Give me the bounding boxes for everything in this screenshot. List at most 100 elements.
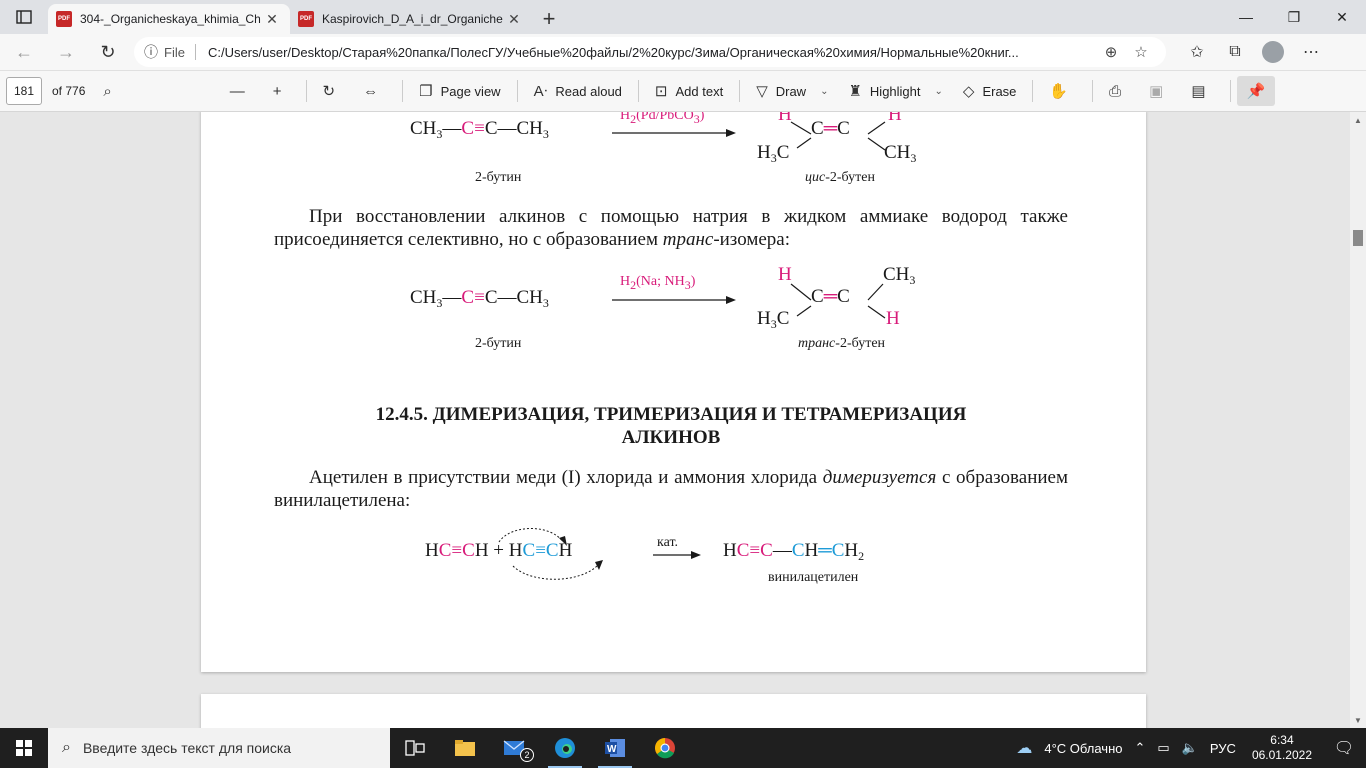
rotate-icon: ↻ bbox=[322, 83, 336, 100]
equation-1-reactant: CH3—C≡C—CH3 bbox=[410, 118, 549, 141]
close-window-button[interactable]: ✕ bbox=[1318, 0, 1366, 34]
url-separator bbox=[194, 44, 196, 60]
close-tab-icon[interactable]: ✕ bbox=[262, 11, 282, 28]
plus-icon: + bbox=[272, 82, 282, 100]
section-heading-line-1: 12.4.5. ДИМЕРИЗАЦИЯ, ТРИМЕРИЗАЦИЯ И ТЕТР… bbox=[375, 404, 967, 425]
equation-2-arrow bbox=[612, 296, 736, 304]
weather-text[interactable]: 4°C Облачно bbox=[1038, 741, 1128, 756]
windows-logo-icon bbox=[16, 740, 32, 756]
page-number-input[interactable]: 181 bbox=[6, 77, 42, 105]
start-button[interactable] bbox=[0, 728, 48, 768]
edge-browser-button[interactable] bbox=[540, 728, 590, 768]
battery-icon[interactable]: ▭ bbox=[1151, 740, 1175, 756]
minimize-button[interactable]: — bbox=[1222, 0, 1270, 34]
url-text[interactable]: C:/Users/user/Desktop/Старая%20папка/Пол… bbox=[208, 45, 1096, 60]
close-tab-icon[interactable]: ✕ bbox=[504, 11, 524, 28]
system-tray: ☁ 4°C Облачно ⌃ ▭ 🔈 РУС 6:34 06.01.2022 … bbox=[1010, 728, 1366, 768]
restore-button[interactable]: ❐ bbox=[1270, 0, 1318, 34]
chrome-button[interactable] bbox=[640, 728, 690, 768]
highlighter-icon: ♜ bbox=[848, 83, 862, 100]
favorites-icon[interactable]: ✩ bbox=[1178, 37, 1216, 67]
read-aloud-button[interactable]: A͏ᐧ Read aloud bbox=[524, 76, 632, 106]
zoom-icon[interactable]: ⊕ bbox=[1096, 43, 1126, 61]
more-menu-icon[interactable]: ⋯ bbox=[1292, 37, 1330, 67]
add-text-button[interactable]: ⊡ Add text bbox=[645, 76, 733, 106]
refresh-button[interactable]: ↻ bbox=[90, 37, 126, 67]
back-button[interactable]: ← bbox=[6, 37, 42, 67]
weather-icon[interactable]: ☁ bbox=[1010, 738, 1038, 758]
erase-button[interactable]: ◇ Erase bbox=[953, 76, 1027, 106]
equation-1-product: H H C═C H3C CH3 bbox=[757, 112, 917, 165]
profile-avatar[interactable] bbox=[1262, 41, 1284, 63]
equation-2-product-name: транс-2-бутен bbox=[798, 336, 886, 351]
forward-button[interactable]: → bbox=[48, 37, 84, 67]
zoom-in-button[interactable]: + bbox=[263, 76, 300, 106]
chevron-down-icon[interactable]: ⌄ bbox=[935, 86, 943, 97]
page-view-button[interactable]: ❐ Page view bbox=[409, 76, 510, 106]
add-text-label: Add text bbox=[675, 83, 724, 99]
show-hidden-icons-icon[interactable]: ⌃ bbox=[1129, 740, 1152, 756]
text-box-icon: ⊡ bbox=[654, 83, 668, 100]
equation-3-catalyst: кат. bbox=[657, 535, 679, 550]
vertical-scrollbar[interactable]: ▲ ▼ bbox=[1350, 112, 1366, 728]
equation-1-reagent: H2(Pd/PbCO3) bbox=[620, 112, 705, 126]
scroll-up-arrow-icon[interactable]: ▲ bbox=[1350, 112, 1366, 128]
highlight-button[interactable]: ♜ Highlight ⌄ bbox=[838, 76, 952, 106]
task-view-button[interactable] bbox=[390, 728, 440, 768]
tab-actions-icon bbox=[16, 10, 32, 24]
equation-1-product-name: цис-2-бутен bbox=[805, 170, 875, 185]
paragraph-2: Ацетилен в присутствии меди (I) хлорида … bbox=[274, 467, 1068, 511]
save-as-button[interactable]: ▤ bbox=[1181, 76, 1223, 106]
find-button[interactable]: ⌕ bbox=[93, 76, 129, 106]
section-heading: 12.4.5. ДИМЕРИЗАЦИЯ, ТРИМЕРИЗАЦИЯ И ТЕТР… bbox=[274, 403, 1068, 449]
collections-icon[interactable]: ⧉ bbox=[1216, 37, 1254, 67]
add-favorite-icon[interactable]: ☆ bbox=[1126, 43, 1156, 61]
new-tab-button[interactable]: + bbox=[532, 4, 566, 34]
equation-2-reagent: H2(Na; NH3) bbox=[620, 274, 696, 292]
divider bbox=[402, 80, 404, 102]
equation-3-electron-arrows bbox=[498, 528, 603, 580]
divider bbox=[305, 80, 307, 102]
save-as-icon: ▤ bbox=[1191, 83, 1206, 100]
zoom-out-button[interactable]: — bbox=[220, 76, 263, 106]
save-icon: ▣ bbox=[1149, 83, 1164, 100]
word-button[interactable]: W bbox=[590, 728, 640, 768]
taskbar-search-input[interactable]: ⌕ Введите здесь текст для поиска bbox=[48, 728, 390, 768]
scroll-down-arrow-icon[interactable]: ▼ bbox=[1350, 712, 1366, 728]
fit-width-icon: ⇔ bbox=[363, 82, 379, 100]
tab-pdf-1[interactable]: PDF 304-_Organicheskaya_khimia_Ch ✕ bbox=[48, 4, 290, 34]
print-button[interactable]: ⎙ bbox=[1099, 76, 1139, 106]
touch-select-button[interactable]: ✋ bbox=[1039, 76, 1086, 106]
minus-icon: — bbox=[229, 82, 245, 100]
scroll-thumb[interactable] bbox=[1353, 230, 1363, 246]
chrome-icon bbox=[655, 738, 675, 759]
language-indicator[interactable]: РУС bbox=[1204, 741, 1242, 756]
draw-button[interactable]: ▽ Draw ⌄ bbox=[746, 76, 838, 106]
divider bbox=[1092, 80, 1094, 102]
search-icon: ⌕ bbox=[62, 739, 71, 756]
fit-page-button[interactable]: ⇔ bbox=[353, 76, 396, 106]
divider bbox=[739, 80, 741, 102]
rotate-button[interactable]: ↻ bbox=[313, 76, 354, 106]
pin-icon: 📌 bbox=[1246, 83, 1266, 100]
erase-label: Erase bbox=[982, 83, 1017, 99]
notification-center-icon[interactable]: 🗨 bbox=[1322, 728, 1366, 768]
eraser-icon: ◇ bbox=[962, 83, 975, 100]
clock-time: 6:34 bbox=[1270, 733, 1294, 747]
equation-3-arrow bbox=[653, 551, 701, 559]
tab-pdf-2[interactable]: PDF Kaspirovich_D_A_i_dr_Organiche ✕ bbox=[290, 4, 532, 34]
tab-actions-button[interactable] bbox=[0, 0, 48, 34]
page-total: of 776 bbox=[52, 84, 86, 98]
info-icon[interactable]: ⓘ bbox=[144, 42, 158, 62]
pin-toolbar-button[interactable]: 📌 bbox=[1236, 76, 1276, 106]
url-field[interactable]: ⓘ File C:/Users/user/Desktop/Старая%20па… bbox=[134, 37, 1166, 67]
read-aloud-label: Read aloud bbox=[555, 83, 622, 99]
save-button[interactable]: ▣ bbox=[1139, 76, 1181, 106]
chevron-down-icon[interactable]: ⌄ bbox=[820, 86, 828, 97]
volume-icon[interactable]: 🔈 bbox=[1176, 740, 1204, 756]
file-explorer-button[interactable] bbox=[440, 728, 490, 768]
mail-button[interactable]: 2 bbox=[490, 728, 540, 768]
equation-2-reactant-name: 2-бутин bbox=[475, 336, 522, 351]
clock[interactable]: 6:34 06.01.2022 bbox=[1242, 733, 1322, 763]
pdf-viewer[interactable]: CH3—C≡C—CH3 H2(Pd/PbCO3) H H C═C H3C CH3… bbox=[0, 112, 1366, 728]
